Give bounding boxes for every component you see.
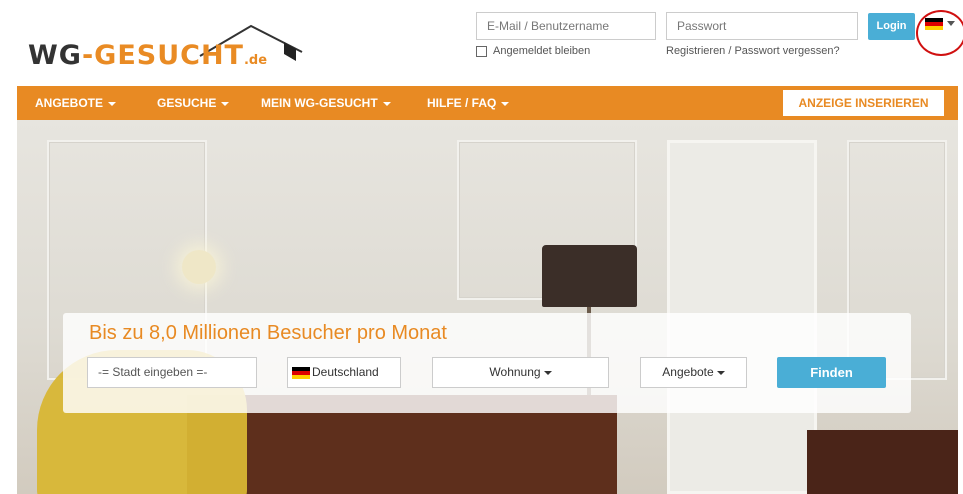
nav-item-angebote[interactable]: ANGEBOTE bbox=[35, 86, 117, 120]
login-button[interactable]: Login bbox=[868, 13, 915, 40]
country-label: Deutschland bbox=[312, 365, 379, 379]
offer-label: Angebote bbox=[662, 365, 714, 379]
wall-lamp bbox=[182, 250, 216, 284]
logo-gesucht: -GESUCHT bbox=[81, 40, 244, 71]
chevron-down-icon bbox=[382, 101, 391, 106]
chevron-down-icon bbox=[543, 370, 552, 375]
chevron-down-icon bbox=[716, 370, 725, 375]
main-nav: ANGEBOTE GESUCHE MEIN WG-GESUCHT HILFE /… bbox=[17, 86, 958, 120]
nav-label: MEIN WG-GESUCHT bbox=[261, 96, 378, 110]
annotation-circle bbox=[916, 10, 963, 56]
header: WG-GESUCHT.de E-Mail / Benutzername Pass… bbox=[0, 0, 963, 86]
hero-image bbox=[17, 120, 958, 494]
type-dropdown[interactable]: Wohnung bbox=[432, 357, 609, 388]
floor-lamp-shade bbox=[542, 245, 637, 307]
nav-label: HILFE / FAQ bbox=[427, 96, 497, 110]
site-logo[interactable]: WG-GESUCHT.de bbox=[28, 22, 303, 78]
type-label: Wohnung bbox=[489, 365, 541, 379]
logo-wg: WG bbox=[28, 40, 82, 71]
city-input[interactable]: -= Stadt eingeben =- bbox=[87, 357, 257, 388]
remember-checkbox[interactable] bbox=[476, 45, 487, 57]
logo-wordmark: WG-GESUCHT.de bbox=[28, 40, 267, 71]
insert-ad-button[interactable]: ANZEIGE INSERIEREN bbox=[782, 89, 945, 117]
remember-me[interactable]: Angemeldet bleiben bbox=[476, 45, 590, 57]
sideboard bbox=[807, 430, 958, 494]
nav-item-gesuche[interactable]: GESUCHE bbox=[157, 86, 230, 120]
remember-label: Angemeldet bleiben bbox=[493, 45, 591, 57]
find-button[interactable]: Finden bbox=[777, 357, 886, 388]
email-field[interactable]: E-Mail / Benutzername bbox=[476, 12, 656, 40]
password-field[interactable]: Passwort bbox=[666, 12, 858, 40]
german-flag-icon bbox=[292, 366, 310, 379]
register-forgot-link[interactable]: Registrieren / Passwort vergessen? bbox=[666, 45, 840, 57]
chevron-down-icon bbox=[221, 101, 230, 106]
country-select[interactable]: Deutschland bbox=[287, 357, 401, 388]
logo-tld: .de bbox=[243, 53, 268, 68]
offer-dropdown[interactable]: Angebote bbox=[640, 357, 747, 388]
nav-item-mein-wg-gesucht[interactable]: MEIN WG-GESUCHT bbox=[261, 86, 391, 120]
nav-item-hilfe-faq[interactable]: HILFE / FAQ bbox=[427, 86, 510, 120]
search-headline: Bis zu 8,0 Millionen Besucher pro Monat bbox=[89, 322, 447, 344]
chevron-down-icon bbox=[108, 101, 117, 106]
chevron-down-icon bbox=[501, 101, 510, 106]
nav-label: ANGEBOTE bbox=[35, 96, 104, 110]
nav-label: GESUCHE bbox=[157, 96, 217, 110]
